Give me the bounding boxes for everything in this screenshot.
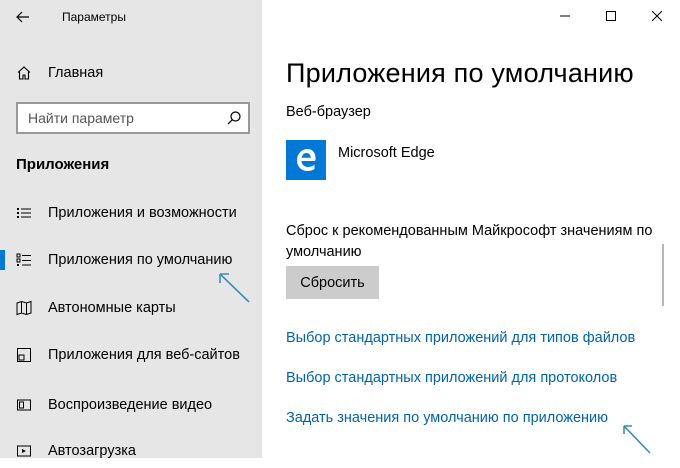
- sidebar-item-label: Приложения по умолчанию: [48, 252, 233, 268]
- default-apps-icon: [16, 252, 32, 268]
- browser-label: Веб-браузер: [286, 104, 371, 120]
- sidebar-item-label: Воспроизведение видео: [48, 397, 213, 413]
- sidebar: Параметры Главная Приложения Приложения …: [0, 0, 262, 459]
- website-apps-icon: [16, 347, 32, 363]
- sidebar-item-label: Приложения и возможности: [48, 205, 237, 221]
- sidebar-item-video-playback[interactable]: Воспроизведение видео: [0, 388, 262, 422]
- video-icon: [16, 397, 32, 413]
- home-icon: [16, 65, 32, 81]
- reset-description: Сброс к рекомендованным Майкрософт значе…: [286, 223, 653, 260]
- reset-button[interactable]: Сбросить: [286, 266, 379, 299]
- search-box[interactable]: [16, 102, 250, 134]
- section-title: Приложения: [16, 156, 110, 173]
- close-button[interactable]: [634, 0, 680, 32]
- window-controls: [542, 0, 680, 32]
- startup-icon: [16, 443, 32, 459]
- scrollbar[interactable]: [662, 244, 664, 306]
- link-app-defaults[interactable]: Задать значения по умолчанию по приложен…: [286, 410, 608, 426]
- annotation-arrow-icon: [219, 273, 250, 303]
- sidebar-item-label: Главная: [48, 65, 104, 81]
- close-icon: [652, 11, 662, 21]
- edge-icon[interactable]: [286, 140, 326, 180]
- minimize-icon: [560, 15, 570, 17]
- search-icon[interactable]: [226, 110, 242, 126]
- maximize-button[interactable]: [588, 0, 634, 32]
- back-arrow-icon: [16, 11, 29, 23]
- sidebar-item-label: Приложения для веб-сайтов: [48, 347, 240, 363]
- window-title: Параметры: [62, 10, 126, 24]
- browser-app-name[interactable]: Microsoft Edge: [338, 145, 435, 161]
- search-input[interactable]: [28, 109, 228, 127]
- link-file-type-defaults[interactable]: Выбор стандартных приложений для типов ф…: [286, 330, 635, 346]
- sidebar-item-label: Автономные карты: [48, 300, 176, 316]
- minimize-button[interactable]: [542, 0, 588, 32]
- sidebar-item-label: Автозагрузка: [48, 443, 136, 459]
- sidebar-item-home[interactable]: Главная: [0, 56, 262, 90]
- annotation-arrow-icon: [623, 425, 651, 454]
- sidebar-item-apps-features[interactable]: Приложения и возможности: [0, 196, 262, 230]
- list-icon: [16, 205, 32, 221]
- back-button[interactable]: [0, 0, 46, 34]
- page-title: Приложения по умолчанию: [286, 58, 634, 88]
- main-panel: Приложения по умолчанию Веб-браузер Micr…: [262, 0, 680, 458]
- sidebar-item-startup[interactable]: Автозагрузка: [0, 434, 262, 468]
- maximize-icon: [606, 11, 616, 21]
- sidebar-item-website-apps[interactable]: Приложения для веб-сайтов: [0, 338, 262, 372]
- map-icon: [16, 300, 32, 316]
- link-protocol-defaults[interactable]: Выбор стандартных приложений для протоко…: [286, 370, 617, 386]
